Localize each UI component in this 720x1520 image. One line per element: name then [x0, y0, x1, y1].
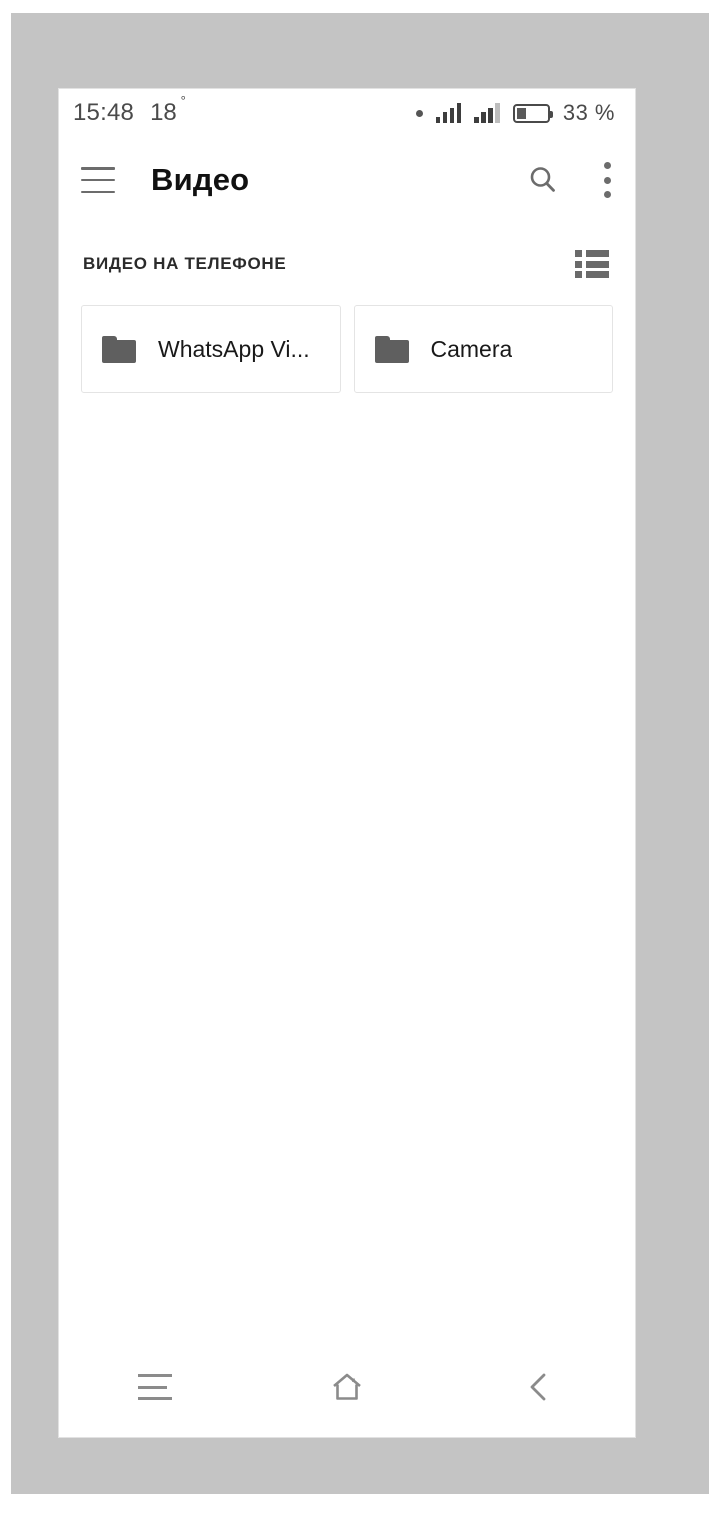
folder-grid: WhatsApp Vi... Camera: [59, 305, 635, 393]
status-clock: 15:48: [73, 99, 135, 126]
folder-label: WhatsApp Vi...: [158, 335, 310, 362]
more-vertical-icon[interactable]: [603, 162, 611, 198]
phone-screen: 15:48 18 ° 33 % Видео ВИДЕО НА ТЕЛЕФОНЕ …: [58, 88, 636, 1438]
recent-apps-icon: [138, 1374, 172, 1400]
system-navigation-bar: [59, 1345, 635, 1437]
status-bar-right: 33 %: [415, 100, 615, 126]
page-title: Видео: [151, 162, 250, 197]
home-button[interactable]: [302, 1357, 392, 1417]
folder-card[interactable]: WhatsApp Vi...: [81, 305, 341, 393]
search-icon[interactable]: [525, 162, 561, 198]
battery-icon: [512, 103, 553, 123]
section-title: ВИДЕО НА ТЕЛЕФОНЕ: [83, 254, 287, 273]
screenshot-canvas: 15:48 18 ° 33 % Видео ВИДЕО НА ТЕЛЕФОНЕ …: [0, 0, 720, 1520]
dot-indicator-icon: [415, 109, 423, 117]
signal-bars-icon-sim2: [474, 103, 500, 123]
folder-label: Camera: [430, 335, 513, 362]
back-chevron-icon: [530, 1373, 546, 1401]
section-header: ВИДЕО НА ТЕЛЕФОНЕ: [59, 223, 635, 305]
app-bar-actions: [525, 162, 611, 198]
list-view-icon[interactable]: [575, 250, 609, 278]
home-icon: [333, 1373, 361, 1400]
folder-icon: [102, 335, 136, 363]
status-bar-left: 15:48 18 °: [73, 93, 186, 127]
app-bar: Видео: [59, 137, 635, 223]
folder-card[interactable]: Camera: [353, 305, 613, 393]
hamburger-menu-icon[interactable]: [81, 167, 115, 193]
signal-bars-icon-sim1: [435, 103, 462, 123]
back-button[interactable]: [494, 1357, 584, 1417]
folder-icon: [374, 335, 409, 363]
degree-symbol: °: [180, 93, 186, 108]
empty-content-area: [59, 393, 635, 1345]
temperature-value: 18: [150, 99, 177, 126]
recent-apps-button[interactable]: [110, 1357, 200, 1417]
battery-percent-label: 33 %: [562, 100, 615, 125]
status-temperature: 18 °: [150, 93, 186, 127]
status-bar: 15:48 18 ° 33 %: [59, 89, 635, 137]
